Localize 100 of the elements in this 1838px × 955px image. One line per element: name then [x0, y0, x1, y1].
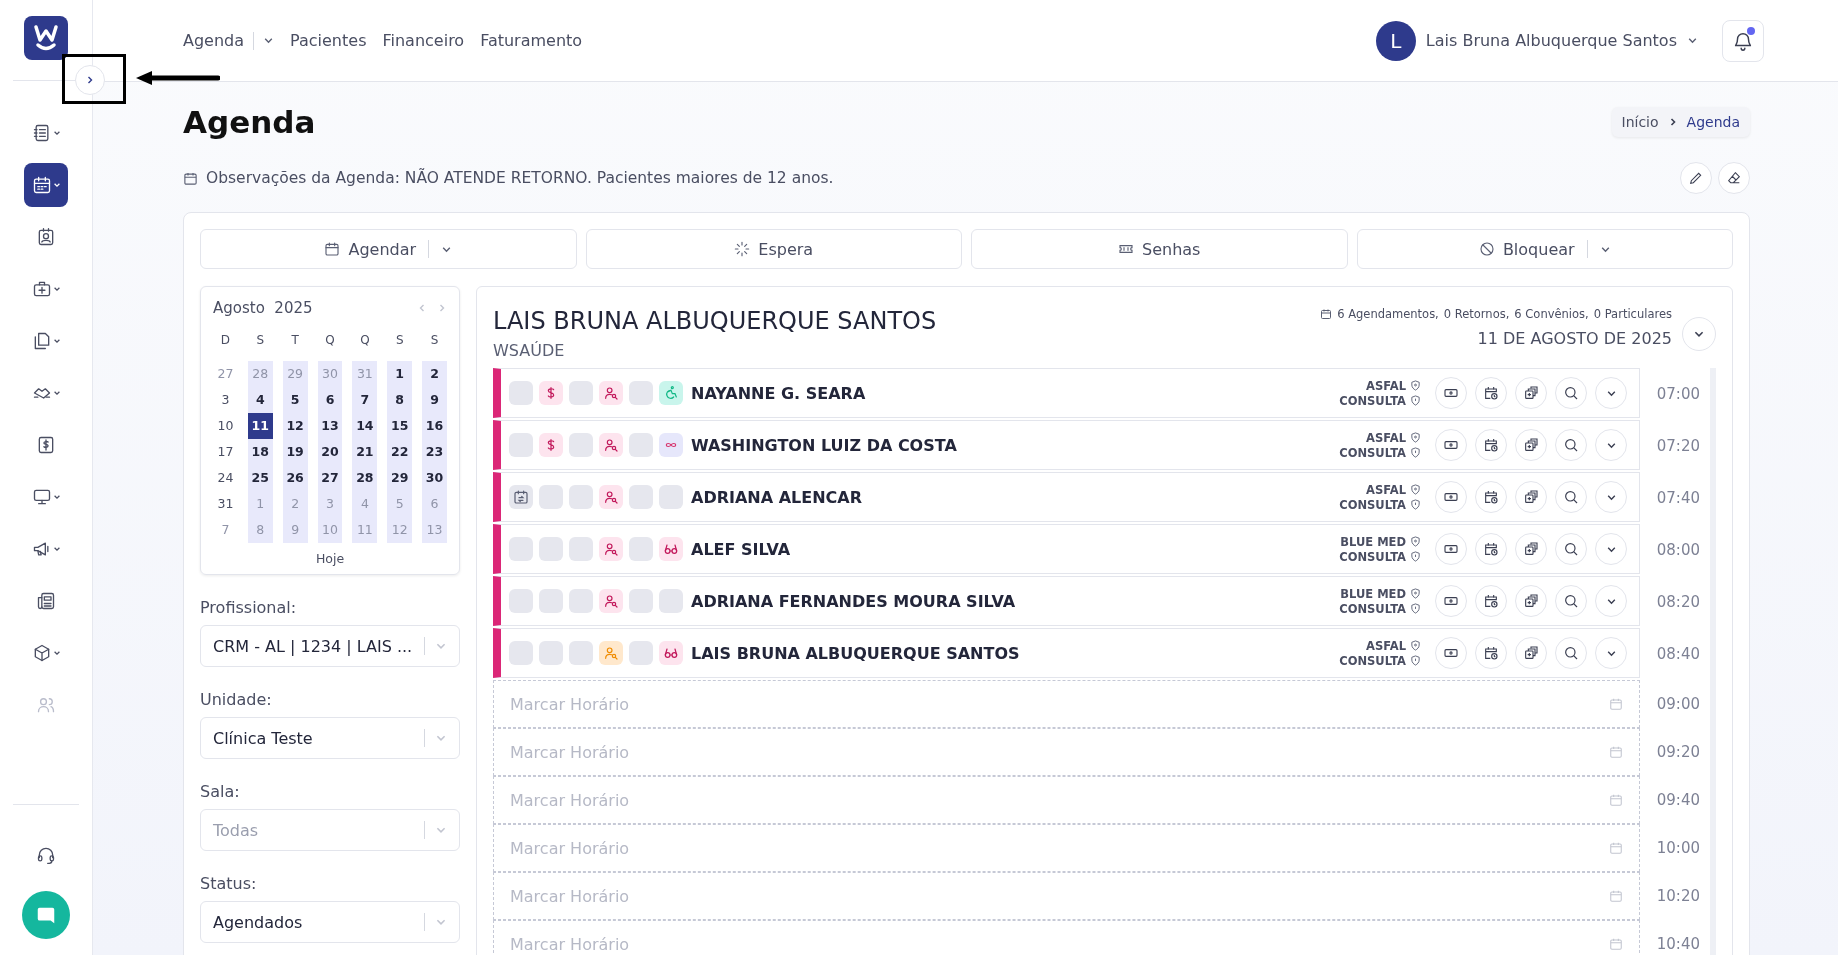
calendar-day[interactable]: 27	[317, 465, 343, 491]
copy-button[interactable]	[1515, 637, 1547, 669]
nav-link[interactable]: Financeiro	[382, 31, 465, 50]
calendar-day[interactable]: 28	[352, 465, 378, 491]
notifications-button[interactable]	[1722, 19, 1764, 62]
loader-icon	[734, 241, 751, 257]
search-button[interactable]	[1555, 585, 1587, 617]
calendar-day[interactable]: 24	[213, 465, 238, 491]
calendar-day[interactable]: 10	[213, 413, 238, 439]
calendar-day[interactable]: 25	[247, 465, 273, 491]
eraser-button[interactable]	[1718, 162, 1750, 194]
search-button[interactable]	[1555, 377, 1587, 409]
reschedule-button[interactable]	[1475, 637, 1507, 669]
nav-link[interactable]: Faturamento	[480, 31, 583, 50]
search-button[interactable]	[1555, 637, 1587, 669]
appointment-row[interactable]: NAYANNE G. SEARA ASFAL CONSULTA	[493, 368, 1640, 418]
calendar-icon	[324, 241, 341, 257]
calendar-day[interactable]: 7	[352, 387, 378, 413]
calendar-day[interactable]: 2	[422, 361, 447, 387]
copy-button[interactable]	[1515, 585, 1547, 617]
weekday-label: Q	[359, 333, 371, 349]
select-field[interactable]: Clínica Teste	[200, 717, 460, 759]
caret-icon	[52, 129, 61, 137]
payment-button[interactable]	[1435, 481, 1467, 513]
action-button[interactable]: Bloquear	[1356, 229, 1733, 269]
payment-button[interactable]	[1435, 429, 1467, 461]
calendar-day[interactable]: 19	[282, 439, 308, 465]
calendar-day[interactable]: 12	[282, 413, 308, 439]
action-button[interactable]: Senhas	[971, 229, 1348, 269]
reschedule-button[interactable]	[1475, 481, 1507, 513]
calendar-day[interactable]: 3	[213, 387, 238, 413]
patient-name: ADRIANA FERNANDES MOURA SILVA	[691, 591, 1016, 611]
shield-icon	[1410, 499, 1421, 510]
breadcrumb-link[interactable]: Início	[1621, 114, 1659, 130]
appointment-row[interactable]: LAIS BRUNA ALBUQUERQUE SANTOS ASFAL CONSULTA	[493, 628, 1640, 678]
search-button[interactable]	[1555, 429, 1587, 461]
calendar-day[interactable]: 6	[317, 387, 343, 413]
calendar-icon	[1609, 889, 1623, 903]
calendar-day[interactable]: 15	[387, 413, 413, 439]
calendar-day[interactable]: 21	[352, 439, 378, 465]
copy-button[interactable]	[1515, 377, 1547, 409]
shield-icon	[1410, 536, 1421, 547]
calendar-day[interactable]: 11	[247, 413, 273, 439]
time-label: 07:40	[1655, 489, 1701, 507]
breadcrumb-link[interactable]: Agenda	[1686, 114, 1740, 130]
calendar-day[interactable]: 30	[422, 465, 447, 491]
search-button[interactable]	[1555, 533, 1587, 565]
calendar-day[interactable]: 9	[422, 387, 447, 413]
nav-link[interactable]: Pacientes	[290, 31, 367, 50]
calendar-day[interactable]: 14	[352, 413, 378, 439]
weekday-label: S	[394, 333, 405, 349]
shield-icon	[1410, 395, 1421, 406]
calendar-day[interactable]: 29	[387, 465, 413, 491]
sidebar-menu-item[interactable]	[24, 163, 68, 207]
reschedule-button[interactable]	[1475, 429, 1507, 461]
schedule-date: 11 DE AGOSTO DE 2025	[1477, 329, 1672, 348]
calendar-day[interactable]: 20	[317, 439, 343, 465]
edit-button[interactable]	[1680, 162, 1712, 194]
calendar-day[interactable]: 1	[387, 361, 413, 387]
copy-button[interactable]	[1515, 533, 1547, 565]
calendar-day[interactable]: 13	[317, 413, 343, 439]
search-button[interactable]	[1555, 481, 1587, 513]
reschedule-button[interactable]	[1475, 585, 1507, 617]
insurance-name: ASFAL	[1366, 482, 1406, 497]
calendar-day[interactable]: 5	[282, 387, 308, 413]
reschedule-button[interactable]	[1475, 533, 1507, 565]
nav-link[interactable]: Agenda	[183, 31, 255, 50]
calendar-day[interactable]: 23	[422, 439, 447, 465]
calendar-day[interactable]: 31	[213, 491, 238, 517]
caret-icon	[52, 181, 61, 189]
payment-button[interactable]	[1435, 533, 1467, 565]
user-menu[interactable]: L Lais Bruna Albuquerque Santos	[1375, 20, 1698, 61]
payment-button[interactable]	[1435, 585, 1467, 617]
app-logo[interactable]	[24, 16, 68, 60]
calendar-day[interactable]: 16	[422, 413, 447, 439]
action-button[interactable]: Espera	[585, 229, 962, 269]
payment-button[interactable]	[1435, 377, 1467, 409]
copy-button[interactable]	[1515, 481, 1547, 513]
caret-icon	[52, 649, 61, 657]
calendar-day[interactable]: 17	[213, 439, 238, 465]
appointment-row[interactable]: ALEF SILVA BLUE MED CONSULTA	[493, 524, 1640, 574]
calendar-clock-icon	[1483, 593, 1499, 609]
select-field[interactable]: Agendados	[200, 901, 460, 943]
time-label: 08:20	[1655, 593, 1701, 611]
appointment-row[interactable]: ADRIANA ALENCAR ASFAL CONSULTA	[493, 472, 1640, 522]
action-button[interactable]: Agendar	[200, 229, 577, 269]
appointment-type: CONSULTA	[1339, 445, 1406, 460]
calendar-day[interactable]: 26	[282, 465, 308, 491]
calendar-day[interactable]: 18	[247, 439, 273, 465]
payment-button[interactable]	[1435, 637, 1467, 669]
today-link[interactable]: Hoje	[315, 551, 345, 566]
copy-button[interactable]	[1515, 429, 1547, 461]
appointment-row[interactable]: ADRIANA FERNANDES MOURA SILVA BLUE MED CONSULTA	[493, 576, 1640, 626]
patient-name: WASHINGTON LUIZ DA COSTA	[691, 435, 957, 455]
calendar-day[interactable]: 8	[387, 387, 413, 413]
calendar-day[interactable]: 4	[247, 387, 273, 413]
calendar-day[interactable]: 22	[387, 439, 413, 465]
appointment-row[interactable]: WASHINGTON LUIZ DA COSTA ASFAL CONSULTA	[493, 420, 1640, 470]
reschedule-button[interactable]	[1475, 377, 1507, 409]
select-field[interactable]: CRM - AL | 1234 | LAIS ...	[200, 625, 460, 667]
